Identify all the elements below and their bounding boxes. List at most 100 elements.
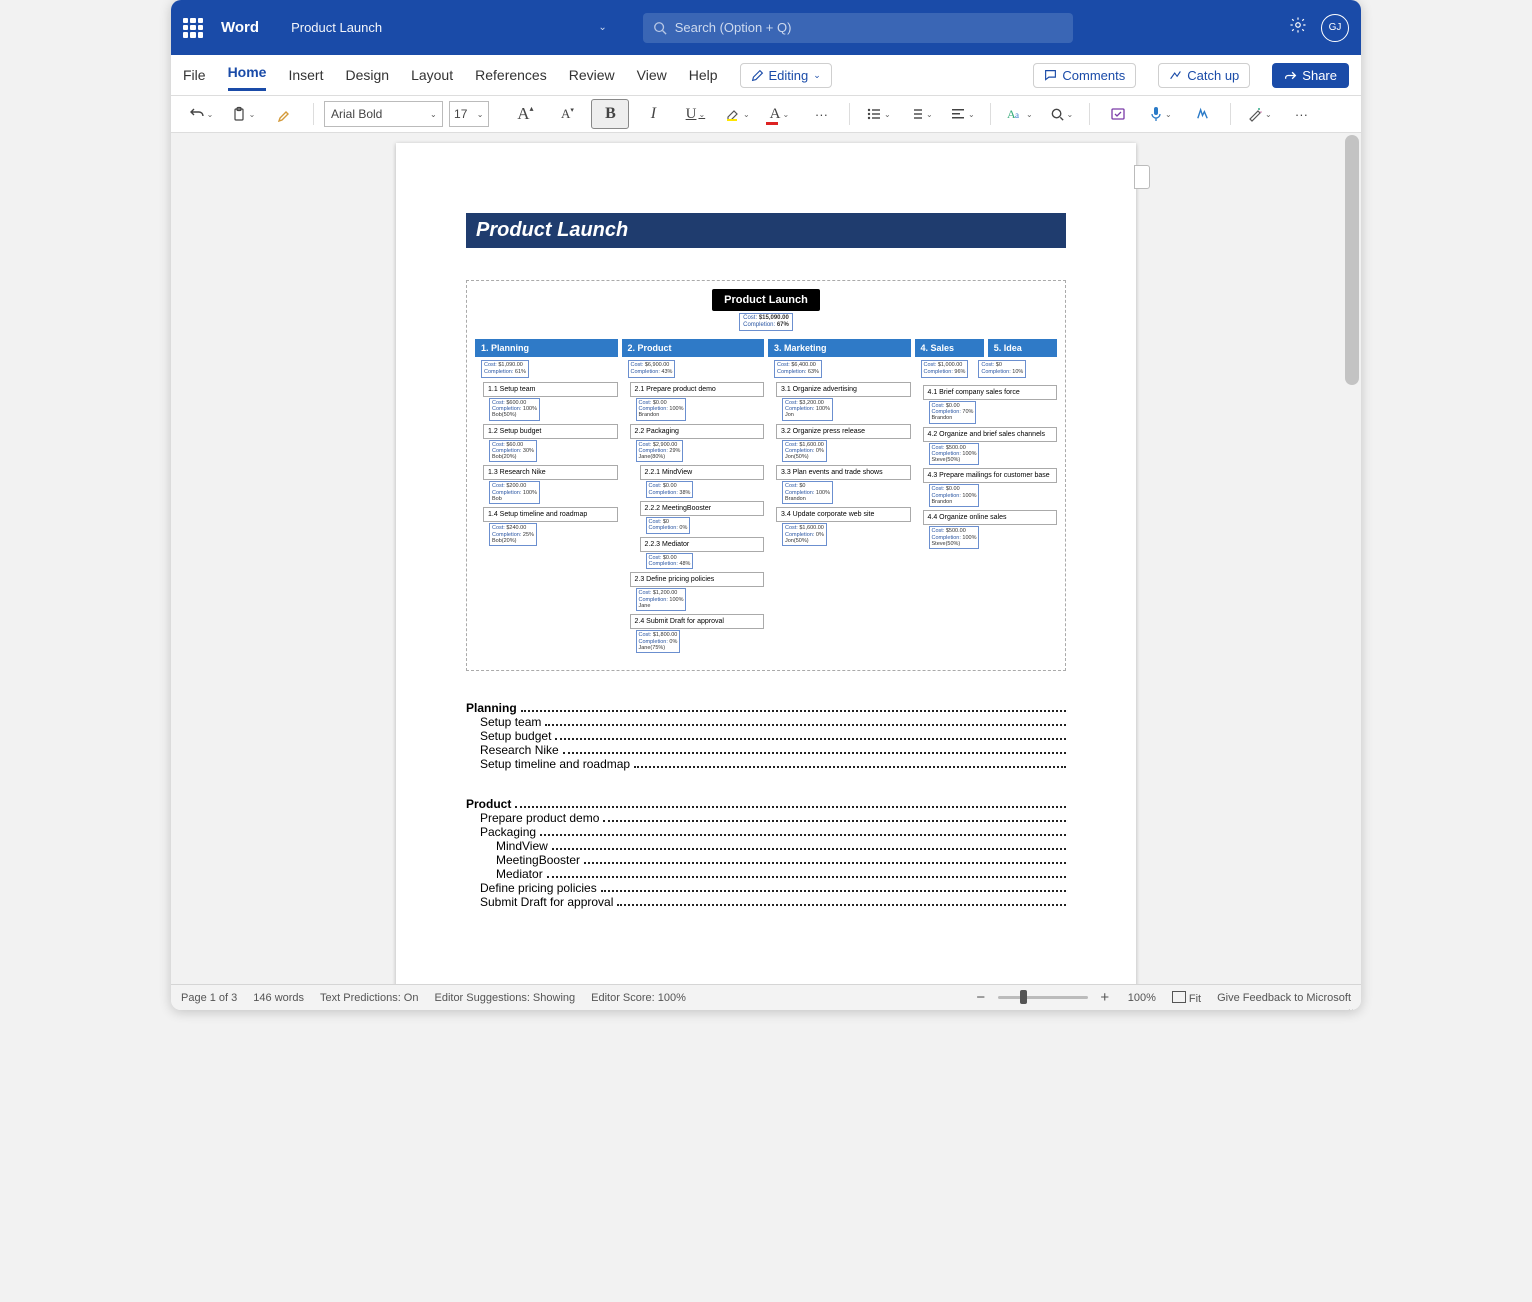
format-painter-button[interactable]: [267, 100, 303, 128]
catchup-icon: [1169, 69, 1182, 82]
toc-label: Define pricing policies: [480, 881, 597, 895]
toc-row[interactable]: MindView: [466, 839, 1066, 853]
status-predictions[interactable]: Text Predictions: On: [320, 992, 418, 1004]
toc-label: Mediator: [496, 867, 543, 881]
diagram-col-meta: Cost: $1,090.00Completion: 61%: [481, 360, 529, 377]
zoom-in-button[interactable]: +: [1098, 989, 1112, 1006]
table-of-contents[interactable]: Planning Setup team Setup budget Researc…: [466, 701, 1066, 909]
status-wordcount[interactable]: 146 words: [253, 992, 304, 1004]
toc-row[interactable]: Setup budget: [466, 729, 1066, 743]
feedback-link[interactable]: Give Feedback to Microsoft: [1217, 992, 1351, 1004]
comments-button[interactable]: Comments: [1033, 63, 1136, 88]
toc-row[interactable]: Planning: [466, 701, 1066, 715]
toc-row[interactable]: Research Nike: [466, 743, 1066, 757]
document-page[interactable]: Product Launch Product Launch Cost: $15,…: [396, 143, 1136, 984]
app-window: Word Product Launch ⌄ Search (Option + Q…: [171, 0, 1361, 1010]
editor-button[interactable]: [1184, 100, 1220, 128]
immersive-button[interactable]: [1100, 100, 1136, 128]
share-button[interactable]: Share: [1272, 63, 1349, 88]
font-size-select[interactable]: 17⌄: [449, 101, 490, 127]
designer-button[interactable]: ⌄: [1241, 100, 1277, 128]
tab-layout[interactable]: Layout: [411, 63, 453, 87]
underline-button[interactable]: U⌄: [677, 100, 713, 128]
numbering-icon: [908, 106, 924, 122]
ribbon-expand-icon[interactable]: ⌄: [1347, 1004, 1355, 1010]
toc-row[interactable]: Mediator: [466, 867, 1066, 881]
bullets-button[interactable]: ⌄: [860, 100, 896, 128]
diagram-task: 1.1 Setup team: [483, 382, 618, 397]
toc-row[interactable]: Packaging: [466, 825, 1066, 839]
toc-row[interactable]: MeetingBooster: [466, 853, 1066, 867]
tab-home[interactable]: Home: [228, 60, 267, 91]
zoom-slider[interactable]: [998, 996, 1088, 999]
toc-row[interactable]: Define pricing policies: [466, 881, 1066, 895]
zoom-control: − +: [974, 989, 1112, 1006]
catchup-button[interactable]: Catch up: [1158, 63, 1250, 88]
tab-view[interactable]: View: [637, 63, 667, 87]
diagram-col: 4. Sales5. IdeaCost: $1,000.00Completion…: [915, 339, 1058, 656]
paste-button[interactable]: ⌄: [225, 100, 261, 128]
settings-icon[interactable]: [1289, 16, 1307, 39]
tab-file[interactable]: File: [183, 63, 206, 87]
tab-design[interactable]: Design: [345, 63, 389, 87]
numbering-button[interactable]: ⌄: [902, 100, 938, 128]
toc-row[interactable]: Submit Draft for approval: [466, 895, 1066, 909]
toc-label: Submit Draft for approval: [480, 895, 613, 909]
font-color-button[interactable]: A⌄: [761, 100, 797, 128]
diagram-frame[interactable]: Product Launch Cost: $15,090.00 Completi…: [466, 280, 1066, 671]
diagram-task: 2.4 Submit Draft for approval: [630, 614, 765, 629]
more-font-button[interactable]: ···: [803, 100, 839, 128]
diagram-col-header: 3. Marketing: [768, 339, 911, 357]
zoom-level[interactable]: 100%: [1128, 992, 1156, 1004]
toc-row[interactable]: Product: [466, 797, 1066, 811]
toc-row[interactable]: Prepare product demo: [466, 811, 1066, 825]
toc-label: Setup budget: [480, 729, 551, 743]
status-page[interactable]: Page 1 of 3: [181, 992, 237, 1004]
align-icon: [950, 106, 966, 122]
tab-references[interactable]: References: [475, 63, 547, 87]
doc-title[interactable]: Product Launch: [466, 213, 1066, 248]
status-editor-score[interactable]: Editor Score: 100%: [591, 992, 686, 1004]
page-handle-icon[interactable]: [1134, 165, 1150, 189]
diagram-task: 4.2 Organize and brief sales channels: [923, 427, 1058, 442]
document-name[interactable]: Product Launch: [291, 20, 382, 35]
align-button[interactable]: ⌄: [944, 100, 980, 128]
toc-leader: [634, 757, 1066, 768]
tab-insert[interactable]: Insert: [288, 63, 323, 87]
tab-review[interactable]: Review: [569, 63, 615, 87]
grow-font-button[interactable]: A▴: [507, 100, 543, 128]
shrink-font-button[interactable]: A▾: [549, 100, 585, 128]
user-avatar[interactable]: GJ: [1321, 14, 1349, 42]
editing-mode-button[interactable]: Editing ⌄: [740, 63, 832, 88]
magic-icon: [1247, 106, 1263, 122]
mic-icon: [1149, 106, 1163, 122]
search-input[interactable]: Search (Option + Q): [643, 13, 1073, 43]
more-ribbon-button[interactable]: ···: [1283, 100, 1319, 128]
tab-help[interactable]: Help: [689, 63, 718, 87]
dictate-button[interactable]: ⌄: [1142, 100, 1178, 128]
scrollbar-vertical[interactable]: [1345, 135, 1359, 385]
font-name-select[interactable]: Arial Bold⌄: [324, 101, 443, 127]
toc-leader: [617, 895, 1066, 906]
diagram-task-meta: Cost: $500.00Completion: 100%Steve(50%): [929, 443, 980, 466]
doc-dropdown-icon[interactable]: ⌄: [598, 22, 606, 33]
diagram-task: 1.3 Research Nike: [483, 465, 618, 480]
pencil-icon: [751, 69, 764, 82]
bold-button[interactable]: B: [591, 99, 629, 129]
document-area[interactable]: Product Launch Product Launch Cost: $15,…: [171, 133, 1361, 984]
toc-leader: [521, 701, 1066, 712]
toc-row[interactable]: Setup team: [466, 715, 1066, 729]
diagram-task: 4.1 Brief company sales force: [923, 385, 1058, 400]
app-launcher-icon[interactable]: [183, 18, 203, 38]
find-icon: [1050, 107, 1065, 122]
fit-button[interactable]: Fit: [1172, 991, 1201, 1005]
styles-button[interactable]: Aa⌄: [1001, 100, 1037, 128]
status-suggestions[interactable]: Editor Suggestions: Showing: [434, 992, 575, 1004]
italic-button[interactable]: I: [635, 100, 671, 128]
toc-leader: [540, 825, 1066, 836]
highlight-button[interactable]: ⌄: [719, 100, 755, 128]
toc-row[interactable]: Setup timeline and roadmap: [466, 757, 1066, 771]
zoom-out-button[interactable]: −: [974, 989, 988, 1006]
undo-button[interactable]: ⌄: [183, 100, 219, 128]
find-button[interactable]: ⌄: [1043, 100, 1079, 128]
